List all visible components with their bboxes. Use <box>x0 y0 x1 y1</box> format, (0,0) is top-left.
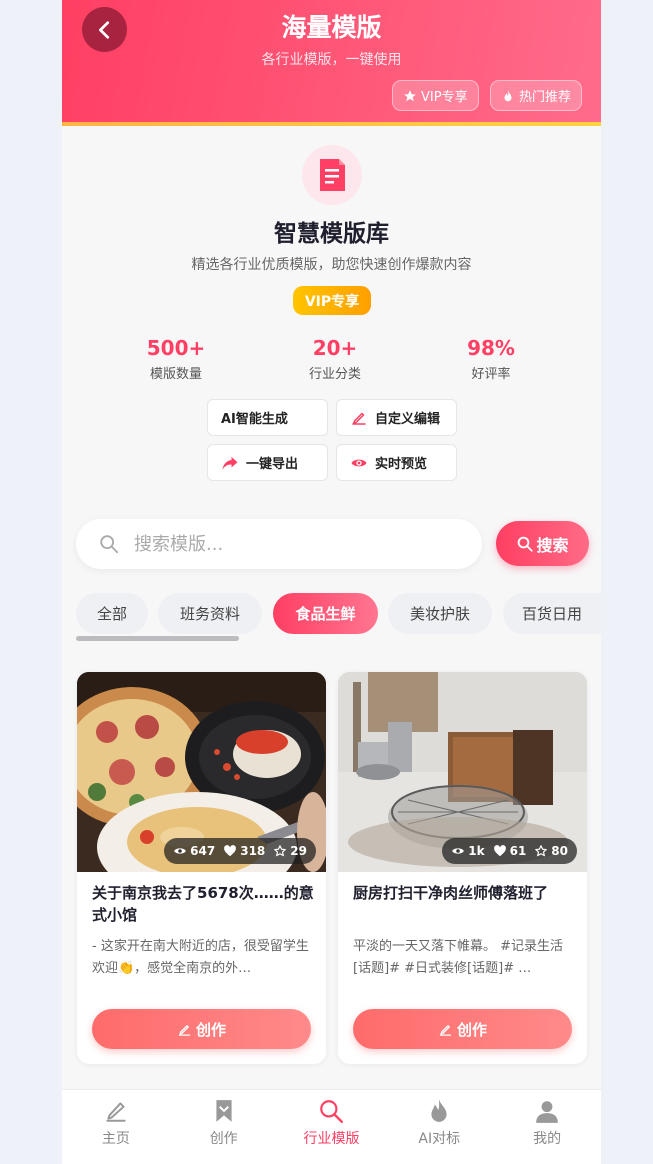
create-button-label: 创作 <box>456 1020 487 1039</box>
edit-icon <box>178 1024 191 1036</box>
template-library-icon-wrap <box>302 145 362 205</box>
search-box <box>76 519 482 569</box>
search-input[interactable] <box>134 533 434 555</box>
feature-label: 自定义编辑 <box>375 412 441 427</box>
feature-label: 一键导出 <box>246 457 299 472</box>
nav-item-home[interactable]: 主页 <box>62 1090 170 1164</box>
bottom-nav: 主页 创作 行业模版 AI对标 我的 <box>62 1089 601 1164</box>
eye-icon <box>452 848 465 854</box>
library-description: 精选各行业优质模版，助您快速创作爆款内容 <box>191 257 472 273</box>
create-button-label: 创作 <box>195 1020 226 1039</box>
card-title: 厨房打扫干净肉丝师傅落班了 <box>353 884 549 902</box>
heart-icon <box>224 845 237 857</box>
stat-value: 500+ <box>146 336 206 360</box>
edit-icon <box>352 412 366 425</box>
star-icon <box>404 89 416 101</box>
feature-label: AI智能生成 <box>221 412 288 427</box>
nav-item-create[interactable]: 创作 <box>170 1090 278 1164</box>
feature-label: 实时预览 <box>375 457 428 472</box>
heart-icon <box>493 845 506 857</box>
feature-export[interactable]: 一键导出 <box>207 444 328 481</box>
page-title: 海量模版 <box>281 13 382 42</box>
hot-badge-label: 热门推荐 <box>519 90 572 105</box>
template-card[interactable]: 647 318 29 关于南京我去了5678次……的意式小馆 - 这家开在南大附… <box>77 672 326 1064</box>
bookmark-icon <box>216 1100 232 1122</box>
nav-item-templates[interactable]: 行业模版 <box>278 1090 386 1164</box>
stat-label: 模版数量 <box>149 367 202 382</box>
likes-count: 318 <box>240 844 266 858</box>
card-image: 647 318 29 <box>77 672 326 872</box>
card-stats: 1k 61 80 <box>442 838 577 864</box>
vip-badge-label: VIP专享 <box>421 90 468 105</box>
fire-icon <box>431 1099 447 1122</box>
eye-icon <box>174 848 187 854</box>
fire-icon <box>504 89 512 101</box>
views-count: 1k <box>468 844 485 858</box>
feature-preview[interactable]: 实时预览 <box>336 444 457 481</box>
stat-rating: 98% 好评率 <box>421 336 561 382</box>
nav-item-profile[interactable]: 我的 <box>493 1090 601 1164</box>
nav-label: 行业模版 <box>303 1131 360 1147</box>
search-icon <box>320 1100 344 1124</box>
favorites-count: 80 <box>551 844 568 858</box>
favorites-count: 29 <box>290 844 307 858</box>
nav-label: 创作 <box>209 1131 238 1147</box>
feature-custom-edit[interactable]: 自定义编辑 <box>336 399 457 436</box>
stat-value: 98% <box>467 336 515 360</box>
search-button[interactable]: 搜索 <box>496 521 589 566</box>
document-icon <box>320 159 345 191</box>
card-description: - 这家开在南大附近的店，很受留学生欢迎👏，感觉全南京的外… <box>92 939 309 976</box>
likes-count: 61 <box>509 844 527 858</box>
star-outline-icon <box>535 845 548 857</box>
create-button[interactable]: 创作 <box>353 1009 572 1049</box>
views-count: 647 <box>190 844 216 858</box>
card-description: 平淡的一天又落下帷幕。 #记录生活[话题]# #日式装修[话题]# … <box>353 939 564 976</box>
vip-badge[interactable]: VIP专享 <box>392 80 479 111</box>
app-screen: 海量模版 各行业模版，一键使用 VIP专享 热门推荐 智慧模版库 精选各行业优质… <box>62 0 601 1164</box>
nav-item-ai-benchmark[interactable]: AI对标 <box>385 1090 493 1164</box>
card-stats: 647 318 29 <box>164 838 316 864</box>
stat-template-count: 500+ 模版数量 <box>106 336 246 382</box>
stat-value: 20+ <box>312 336 358 360</box>
nav-label: AI对标 <box>418 1131 461 1147</box>
feature-ai-generate[interactable]: AI智能生成 <box>207 399 328 436</box>
edit-icon <box>439 1024 452 1036</box>
create-button[interactable]: 创作 <box>92 1009 311 1049</box>
search-button-label: 搜索 <box>536 535 569 555</box>
share-icon <box>222 456 238 470</box>
eye-icon <box>351 459 367 466</box>
stat-label: 行业分类 <box>308 367 361 382</box>
search-icon <box>100 535 119 554</box>
nav-label: 我的 <box>533 1131 562 1147</box>
stat-label: 好评率 <box>471 367 511 382</box>
library-title: 智慧模版库 <box>274 221 389 247</box>
user-icon <box>536 1101 558 1123</box>
search-icon <box>518 536 534 552</box>
header-stripe <box>62 122 601 126</box>
category-daily-goods[interactable]: 百货日用 <box>503 593 601 634</box>
card-title: 关于南京我去了5678次……的意式小馆 <box>92 884 314 924</box>
category-fresh-food[interactable]: 食品生鲜 <box>273 593 378 634</box>
page-header: 海量模版 各行业模版，一键使用 VIP专享 热门推荐 <box>62 0 601 126</box>
category-class-materials[interactable]: 班务资料 <box>158 593 262 634</box>
star-outline-icon <box>274 845 287 857</box>
pencil-icon <box>106 1102 126 1122</box>
category-scrollbar[interactable] <box>76 636 239 641</box>
hot-badge[interactable]: 热门推荐 <box>490 80 583 111</box>
card-image: 1k 61 80 <box>338 672 587 872</box>
template-card[interactable]: 1k 61 80 厨房打扫干净肉丝师傅落班了 平淡的一天又落下帷幕。 #记录生活… <box>338 672 587 1064</box>
vip-pill[interactable]: VIP专享 <box>293 286 371 315</box>
category-all[interactable]: 全部 <box>76 593 148 634</box>
stat-category-count: 20+ 行业分类 <box>265 336 405 382</box>
nav-label: 主页 <box>101 1131 130 1147</box>
category-beauty[interactable]: 美妆护肤 <box>388 593 492 634</box>
page-subtitle: 各行业模版，一键使用 <box>261 52 402 68</box>
